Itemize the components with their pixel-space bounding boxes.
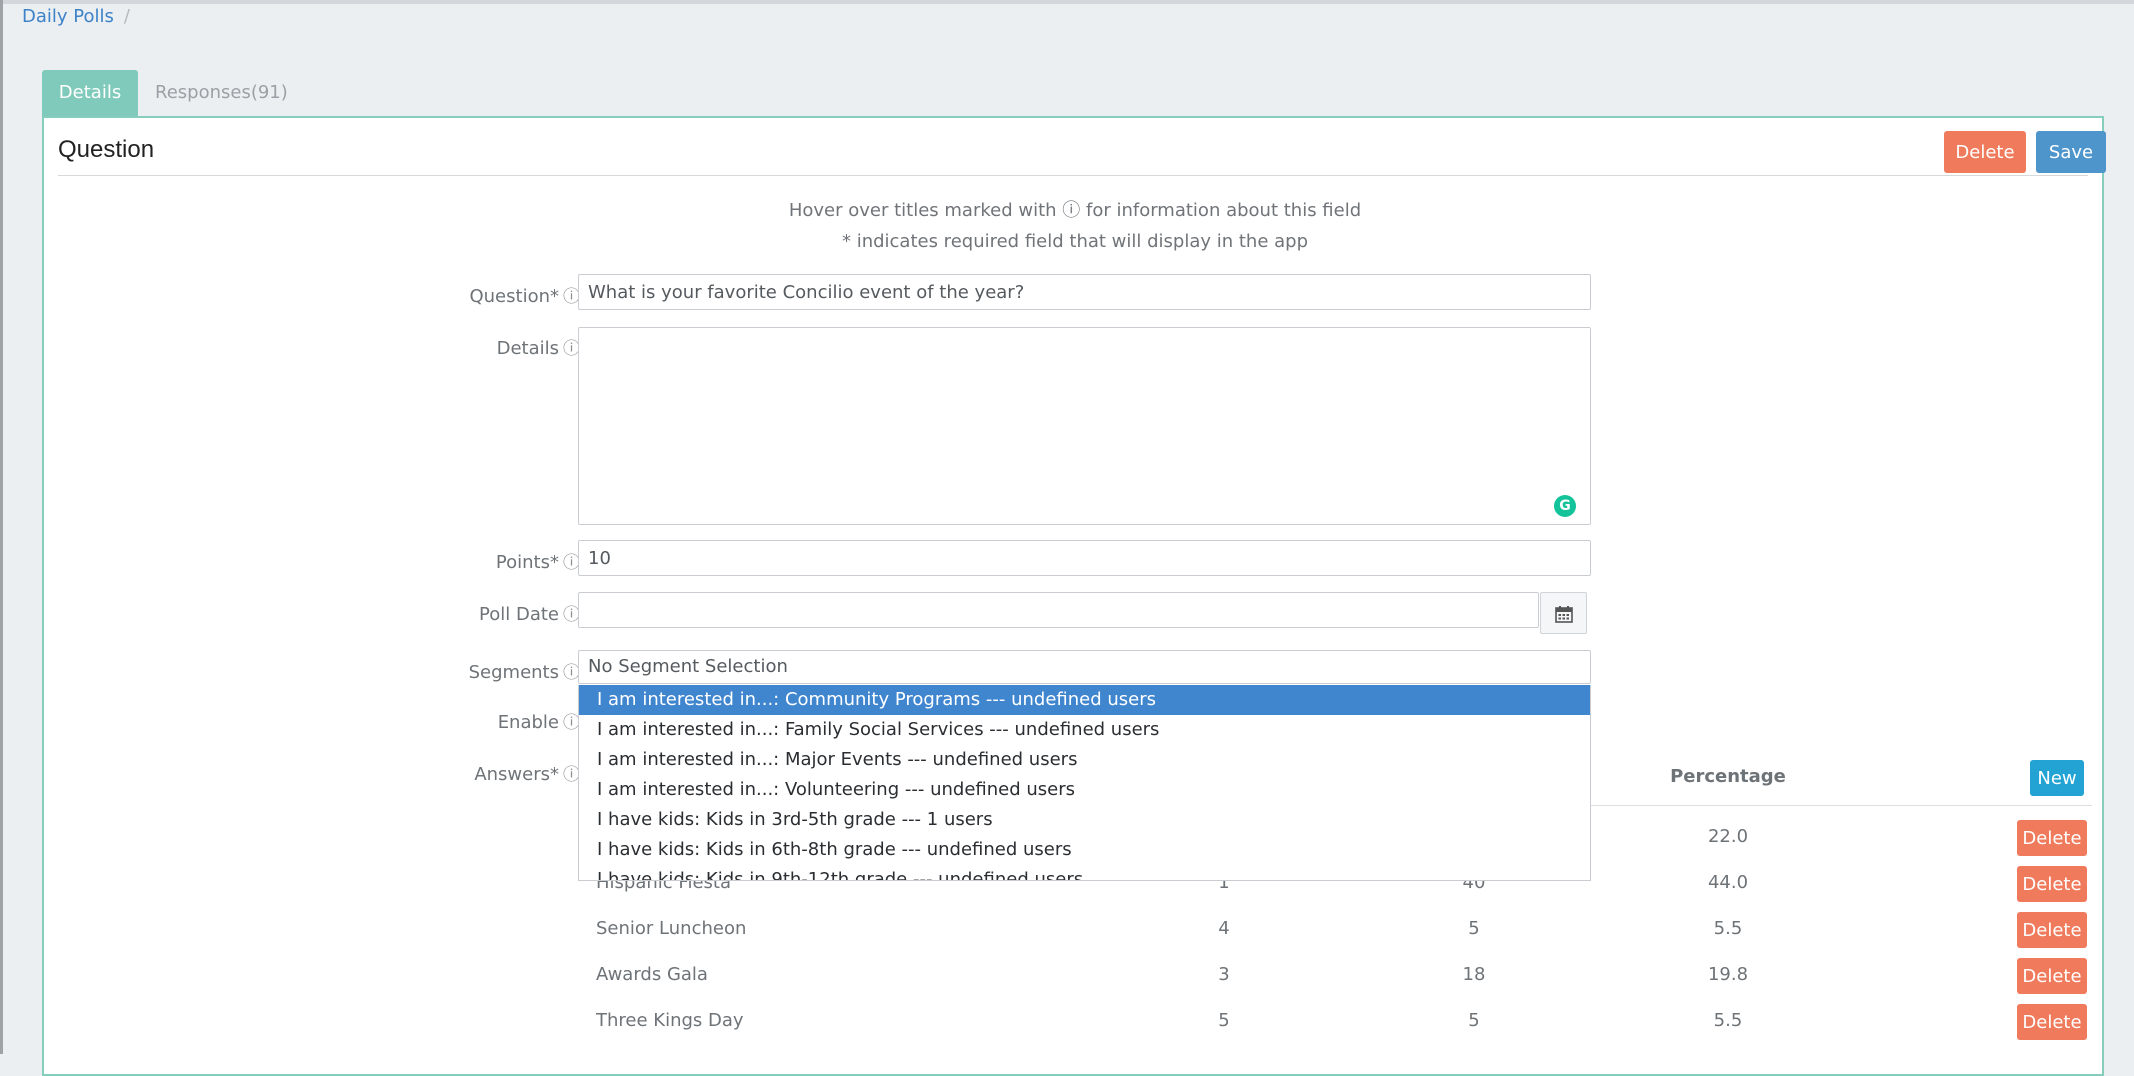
- new-answer-button[interactable]: New: [2030, 760, 2084, 796]
- delete-question-button[interactable]: Delete: [1944, 131, 2026, 173]
- answers-label: Answers* ⓘ: [474, 760, 580, 785]
- hover-hint: Hover over titles marked with ⓘ for info…: [788, 200, 1362, 221]
- enable-label-text: Enable: [497, 712, 559, 733]
- question-panel: Question Delete Save Hover over titles m…: [42, 116, 2106, 1076]
- segments-label-text: Segments: [468, 662, 559, 683]
- answer-col1: 5: [1218, 1010, 1230, 1031]
- segment-option[interactable]: I am interested in...: Family Social Ser…: [579, 715, 1590, 745]
- calendar-icon: [1555, 606, 1573, 623]
- tab-responses[interactable]: Responses(91): [135, 70, 308, 116]
- answer-percentage: 5.5: [1713, 918, 1743, 939]
- answer-col2: 5: [1468, 918, 1480, 939]
- question-input[interactable]: [578, 274, 1591, 310]
- required-hint: * indicates required field that will dis…: [841, 231, 1309, 252]
- answer-text: Three Kings Day: [596, 1010, 744, 1031]
- answer-percentage: 22.0: [1707, 826, 1749, 847]
- segment-option[interactable]: I am interested in...: Community Program…: [579, 685, 1590, 715]
- delete-answer-button[interactable]: Delete: [2017, 1004, 2087, 1040]
- answer-text: Awards Gala: [596, 964, 708, 985]
- segment-option[interactable]: I have kids: Kids in 6th-8th grade --- u…: [579, 835, 1590, 865]
- segment-option[interactable]: I have kids: Kids in 9th-12th grade --- …: [579, 865, 1590, 880]
- delete-answer-button[interactable]: Delete: [2017, 912, 2087, 948]
- segment-option[interactable]: I am interested in...: Major Events --- …: [579, 745, 1590, 775]
- poll-date-label-text: Poll Date: [479, 604, 559, 625]
- points-input[interactable]: [578, 540, 1591, 576]
- details-label-text: Details: [496, 338, 559, 359]
- segments-label: Segments ⓘ: [469, 658, 580, 683]
- tab-details[interactable]: Details: [42, 70, 138, 116]
- poll-date-input[interactable]: [578, 592, 1539, 628]
- delete-answer-button[interactable]: Delete: [2017, 866, 2087, 902]
- segments-select[interactable]: No Segment Selection: [578, 650, 1591, 684]
- segment-option[interactable]: I have kids: Kids in 3rd-5th grade --- 1…: [579, 805, 1590, 835]
- calendar-button[interactable]: [1540, 592, 1587, 634]
- answer-percentage: 19.8: [1707, 964, 1749, 985]
- segments-dropdown[interactable]: I am interested in...: Community Program…: [578, 685, 1591, 881]
- details-label: Details ⓘ: [497, 334, 580, 359]
- answer-text: Senior Luncheon: [596, 918, 747, 939]
- segment-option[interactable]: I am interested in...: Volunteering --- …: [579, 775, 1590, 805]
- enable-label: Enable ⓘ: [498, 708, 580, 733]
- left-border: [0, 0, 3, 1054]
- percentage-header: Percentage: [1670, 766, 1786, 787]
- answers-label-text: Answers*: [474, 764, 559, 785]
- points-label: Points* ⓘ: [496, 548, 580, 573]
- answer-col2: 18: [1462, 964, 1486, 985]
- delete-answer-button[interactable]: Delete: [2017, 820, 2087, 856]
- title-divider: [58, 175, 2088, 176]
- save-button[interactable]: Save: [2036, 131, 2106, 173]
- breadcrumb-separator: /: [123, 6, 130, 27]
- answer-percentage: 44.0: [1707, 872, 1749, 893]
- points-label-text: Points*: [495, 552, 559, 573]
- breadcrumb: Daily Polls /: [22, 6, 130, 27]
- grammarly-icon[interactable]: G: [1554, 495, 1576, 517]
- details-textarea[interactable]: [578, 327, 1591, 525]
- answer-percentage: 5.5: [1713, 1010, 1743, 1031]
- answer-col2: 5: [1468, 1010, 1480, 1031]
- question-label: Question* ⓘ: [469, 282, 580, 307]
- delete-answer-button[interactable]: Delete: [2017, 958, 2087, 994]
- breadcrumb-daily-polls[interactable]: Daily Polls: [22, 6, 114, 27]
- poll-date-label: Poll Date ⓘ: [479, 600, 580, 625]
- question-label-text: Question*: [469, 286, 559, 307]
- top-border: [0, 0, 2134, 4]
- answer-col1: 4: [1218, 918, 1230, 939]
- page-title: Question: [58, 136, 155, 163]
- answer-col1: 3: [1218, 964, 1230, 985]
